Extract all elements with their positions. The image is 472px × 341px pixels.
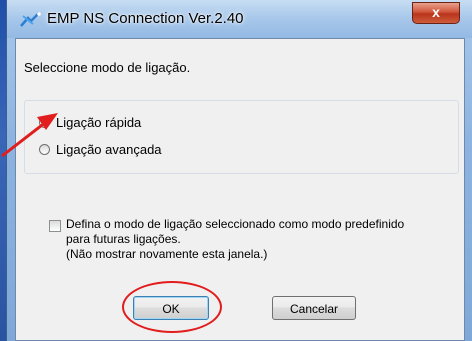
title-bar[interactable]: EMP NS Connection Ver.2.40 x (7, 0, 472, 38)
default-mode-line-3: (Não mostrar novamente esta janela.) (66, 247, 268, 261)
radio-label-quick: Ligação rápida (56, 114, 142, 130)
dialog-body: Seleccione modo de ligação. Ligação rápi… (15, 38, 465, 341)
radio-button-selected[interactable] (39, 116, 50, 128)
window-title: EMP NS Connection Ver.2.40 (47, 10, 244, 27)
connection-mode-prompt: Seleccione modo de ligação. (24, 60, 191, 75)
ok-highlight-circle (122, 281, 222, 333)
radio-button-unselected[interactable] (39, 143, 50, 155)
dialog-window: EMP NS Connection Ver.2.40 x Seleccione … (6, 0, 472, 341)
radio-label-advanced: Ligação avançada (56, 141, 162, 157)
default-mode-checkbox[interactable] (49, 220, 61, 232)
default-mode-line-2: para futuras ligações. (66, 232, 181, 246)
default-mode-label: Defina o modo de ligação seleccionado co… (66, 217, 461, 262)
radio-quick-connection[interactable]: Ligação rápida (39, 113, 141, 131)
cancel-button[interactable]: Cancelar (272, 296, 356, 320)
network-connection-icon (20, 12, 41, 27)
default-mode-line-1: Defina o modo de ligação seleccionado co… (66, 217, 405, 231)
close-icon: x (432, 4, 440, 20)
radio-advanced-connection[interactable]: Ligação avançada (39, 140, 162, 158)
connection-mode-group: Ligação rápida Ligação avançada (24, 100, 459, 174)
close-button[interactable]: x (412, 2, 460, 24)
